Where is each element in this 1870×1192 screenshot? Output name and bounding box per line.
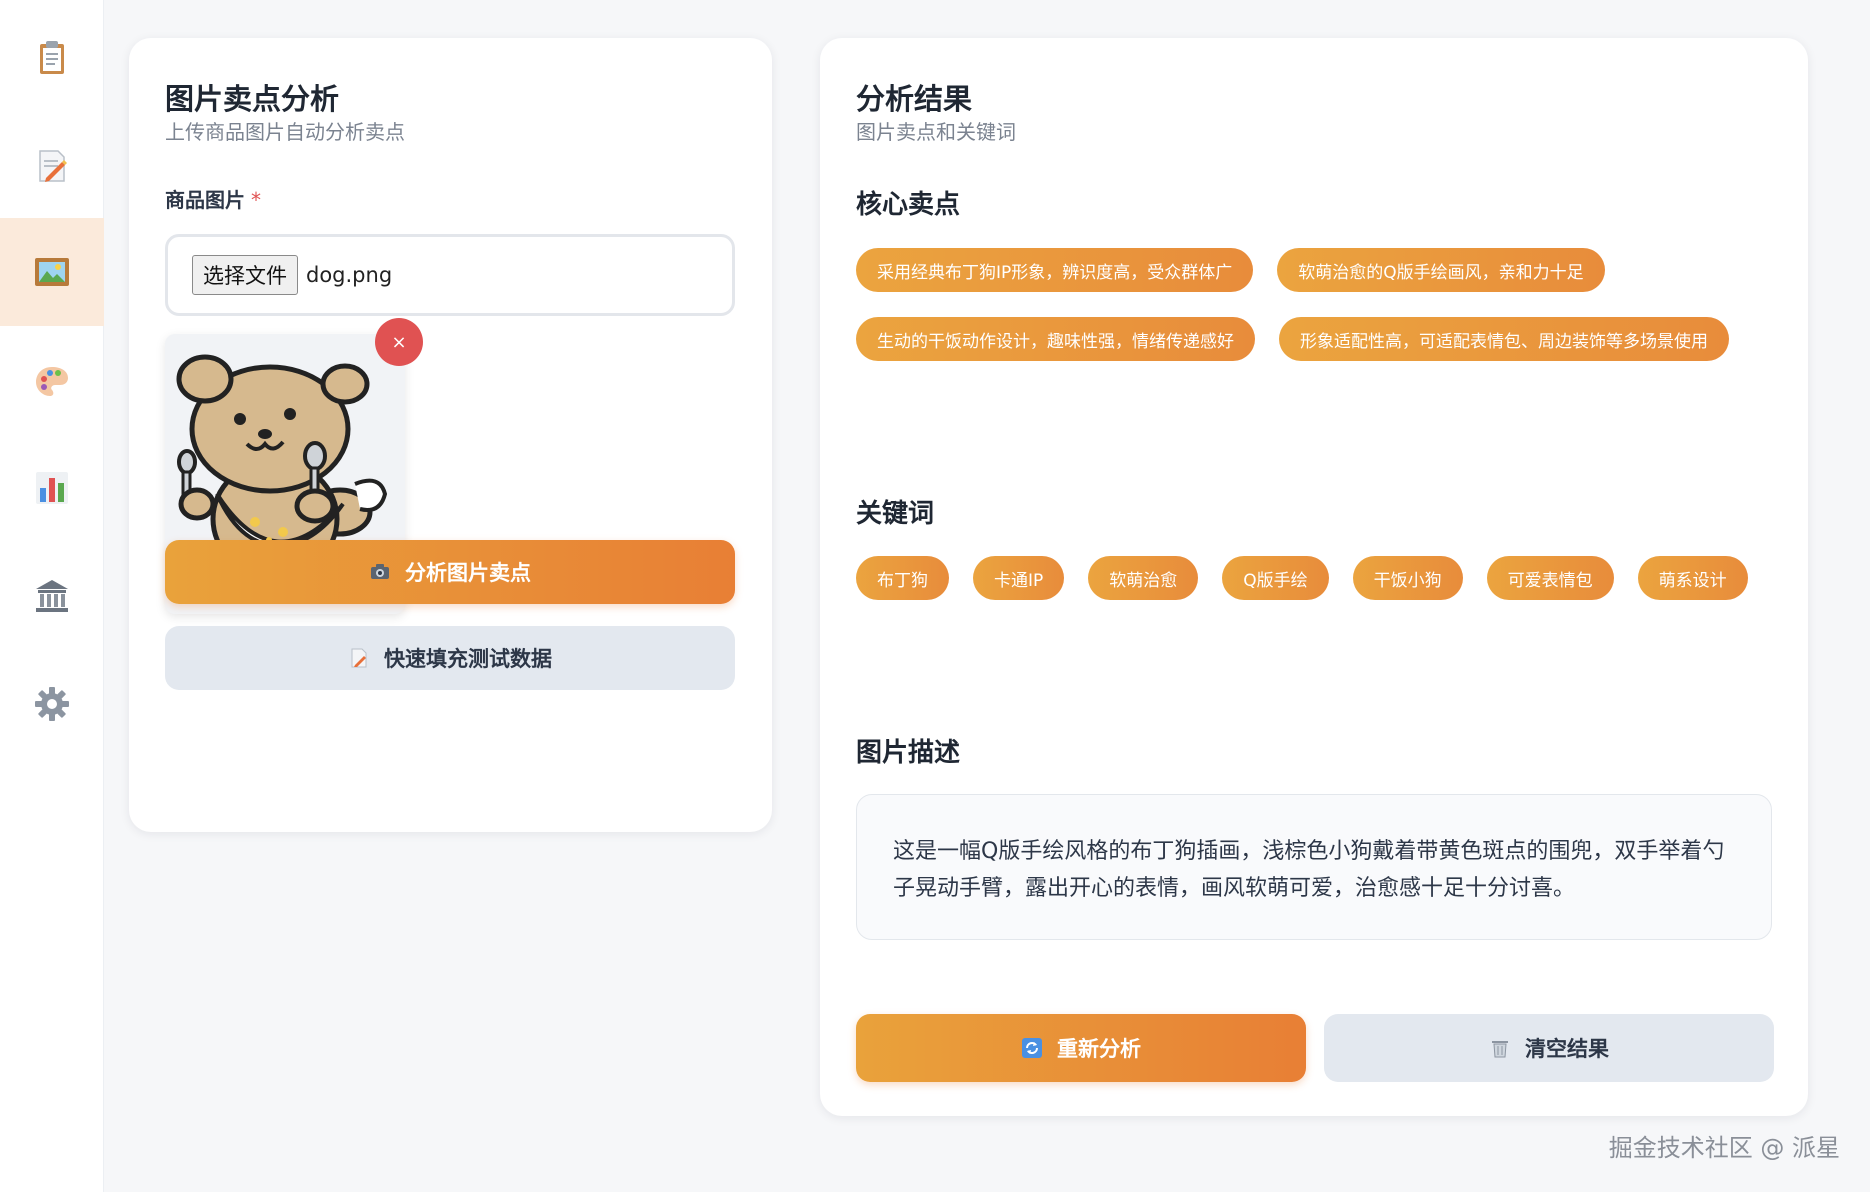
keyword-tag: 软萌治愈 [1088, 556, 1199, 600]
file-input[interactable]: 选择文件 dog.png [165, 234, 735, 316]
palette-icon [36, 367, 68, 396]
upload-card-title: 图片卖点分析 [165, 82, 340, 116]
selling-points-title: 核心卖点 [856, 190, 961, 220]
selling-point-tag: 采用经典布丁狗IP形象，辨识度高，受众群体广 [856, 248, 1254, 292]
clear-results-button-label: 清空结果 [1525, 1037, 1609, 1061]
keyword-tag: 布丁狗 [856, 556, 949, 600]
choose-file-button[interactable]: 选择文件 [192, 255, 298, 295]
sidebar [0, 0, 104, 1192]
reanalyze-button-label: 重新分析 [1057, 1037, 1141, 1061]
upload-card: 图片卖点分析 上传商品图片自动分析卖点 商品图片* 选择文件 dog.png [129, 38, 772, 832]
refresh-icon [1021, 1037, 1043, 1059]
upload-card-subtitle: 上传商品图片自动分析卖点 [165, 120, 405, 144]
keywords-list: 布丁狗 卡通IP 软萌治愈 Q版手绘 干饭小狗 可爱表情包 萌系设计 [856, 556, 1756, 600]
keyword-tag: 干饭小狗 [1352, 556, 1463, 600]
sidebar-item-bank[interactable] [0, 542, 104, 650]
sidebar-item-image-analysis[interactable] [0, 218, 104, 326]
selling-points-list: 采用经典布丁狗IP形象，辨识度高，受众群体广 软萌治愈的Q版手绘画风，亲和力十足… [856, 248, 1756, 361]
analyze-image-button-label: 分析图片卖点 [405, 561, 531, 585]
result-card-subtitle: 图片卖点和关键词 [856, 120, 1016, 144]
keywords-title: 关键词 [856, 499, 935, 529]
product-image-label: 商品图片 * [165, 184, 261, 213]
description-title: 图片描述 [856, 738, 961, 768]
required-mark: * [251, 188, 261, 212]
keyword-tag: 卡通IP [973, 556, 1065, 600]
camera-icon [369, 561, 391, 583]
reanalyze-button[interactable]: 重新分析 [856, 1014, 1306, 1082]
sidebar-item-settings[interactable] [0, 650, 104, 758]
wastebasket-icon [1489, 1037, 1511, 1059]
fill-test-data-button-label: 快速填充测试数据 [384, 647, 552, 671]
description-text: 这是一幅Q版手绘风格的布丁狗插画，浅棕色小狗戴着带黄色斑点的围兜，双手举着勺子晃… [856, 794, 1772, 940]
sidebar-item-clipboard[interactable] [0, 4, 104, 112]
product-image-label-text: 商品图片 [165, 188, 245, 212]
keyword-tag: Q版手绘 [1222, 556, 1329, 600]
result-card-title: 分析结果 [856, 82, 973, 116]
file-name: dog.png [306, 263, 393, 287]
memo-icon [348, 647, 370, 669]
bar-chart-icon [36, 472, 68, 504]
result-card: 分析结果 图片卖点和关键词 核心卖点 采用经典布丁狗IP形象，辨识度高，受众群体… [820, 38, 1808, 1116]
keyword-tag: 可爱表情包 [1486, 556, 1614, 600]
selling-point-tag: 软萌治愈的Q版手绘画风，亲和力十足 [1277, 248, 1605, 292]
clear-results-button[interactable]: 清空结果 [1324, 1014, 1774, 1082]
sidebar-item-palette[interactable] [0, 328, 104, 436]
sidebar-item-memo[interactable] [0, 112, 104, 220]
memo-icon [39, 150, 67, 182]
watermark: 掘金技术社区 @ 派星 [1608, 1134, 1840, 1162]
framed-picture-icon [35, 258, 69, 286]
keyword-tag: 萌系设计 [1637, 556, 1748, 600]
clipboard-icon [40, 41, 64, 74]
selling-point-tag: 生动的干饭动作设计，趣味性强，情绪传递感好 [856, 317, 1255, 361]
analyze-image-button[interactable]: 分析图片卖点 [165, 540, 735, 604]
gear-icon [35, 687, 69, 721]
bank-icon [36, 580, 68, 612]
fill-test-data-button[interactable]: 快速填充测试数据 [165, 626, 735, 690]
remove-image-button[interactable]: × [375, 318, 423, 366]
sidebar-item-chart[interactable] [0, 434, 104, 542]
selling-point-tag: 形象适配性高，可适配表情包、周边装饰等多场景使用 [1279, 317, 1729, 361]
